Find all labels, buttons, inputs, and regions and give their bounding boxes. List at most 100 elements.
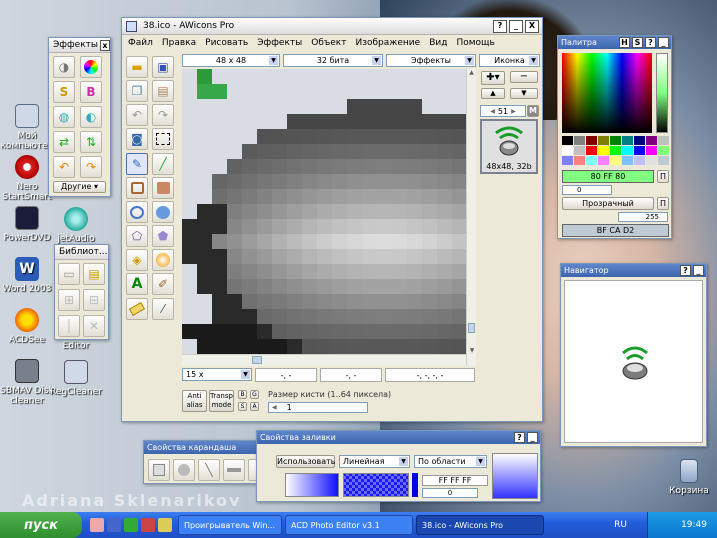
- pixel-cell[interactable]: [377, 339, 392, 354]
- pixel-cell[interactable]: [377, 294, 392, 309]
- pixel-cell[interactable]: [452, 84, 466, 99]
- pixel-cell[interactable]: [182, 294, 197, 309]
- pixel-cell[interactable]: [287, 294, 302, 309]
- quick-launch-icon[interactable]: [107, 518, 121, 532]
- color-swatch[interactable]: [658, 156, 669, 165]
- pixel-cell[interactable]: [437, 294, 452, 309]
- pixel-cell[interactable]: [272, 204, 287, 219]
- pixel-cell[interactable]: [242, 204, 257, 219]
- save-icon[interactable]: ▣: [152, 56, 174, 78]
- pixel-cell[interactable]: [347, 174, 362, 189]
- pixel-cell[interactable]: [197, 189, 212, 204]
- pixel-cell[interactable]: [377, 189, 392, 204]
- pixel-cell[interactable]: [422, 264, 437, 279]
- pixel-cell[interactable]: [257, 264, 272, 279]
- pixel-cell[interactable]: [422, 309, 437, 324]
- pixel-cell[interactable]: [362, 294, 377, 309]
- pixel-cell[interactable]: [452, 99, 466, 114]
- pixel-cell[interactable]: [437, 309, 452, 324]
- pixel-cell[interactable]: [182, 99, 197, 114]
- color-swatch[interactable]: [598, 156, 609, 165]
- pixel-cell[interactable]: [422, 204, 437, 219]
- pixel-cell[interactable]: [347, 324, 362, 339]
- pixel-cell[interactable]: [182, 339, 197, 354]
- horizontal-scrollbar[interactable]: [182, 354, 466, 366]
- pixel-cell[interactable]: [422, 279, 437, 294]
- frame-number-field[interactable]: ◀ 51 ▶: [480, 105, 526, 117]
- pixel-cell[interactable]: [182, 279, 197, 294]
- pixel-cell[interactable]: [437, 84, 452, 99]
- pixel-cell[interactable]: [392, 279, 407, 294]
- pixel-cell[interactable]: [182, 144, 197, 159]
- pixel-cell[interactable]: [407, 99, 422, 114]
- taskbar-task-awicons[interactable]: 38.ico - AWicons Pro: [416, 515, 544, 535]
- pixel-cell[interactable]: [257, 114, 272, 129]
- pixel-cell[interactable]: [407, 174, 422, 189]
- help-icon[interactable]: ?: [680, 265, 691, 276]
- help-icon[interactable]: ?: [645, 37, 656, 48]
- pixel-cell[interactable]: [362, 189, 377, 204]
- pixel-cell[interactable]: [332, 189, 347, 204]
- pixel-cell[interactable]: [182, 84, 197, 99]
- pixel-cell[interactable]: [302, 144, 317, 159]
- pixel-cell[interactable]: [302, 204, 317, 219]
- pixel-cell[interactable]: [227, 159, 242, 174]
- pixel-cell[interactable]: [227, 219, 242, 234]
- pixel-cell[interactable]: [242, 159, 257, 174]
- diagonal-brush-icon[interactable]: ╲: [198, 459, 220, 481]
- pixel-cell[interactable]: [302, 339, 317, 354]
- pixel-cell[interactable]: [227, 324, 242, 339]
- secondary-color-value[interactable]: BF CA D2: [562, 224, 669, 237]
- color-swatch[interactable]: [598, 146, 609, 155]
- effect-sphere-icon[interactable]: ◑: [53, 56, 75, 78]
- pixel-cell[interactable]: [347, 249, 362, 264]
- pixel-cell[interactable]: [227, 309, 242, 324]
- pixel-cell[interactable]: [452, 174, 466, 189]
- eraser-icon[interactable]: [126, 298, 148, 320]
- pixel-cell[interactable]: [197, 144, 212, 159]
- color-swatch[interactable]: [586, 146, 597, 155]
- color-swatch[interactable]: [610, 146, 621, 155]
- pixel-cell[interactable]: [422, 234, 437, 249]
- pixel-cell[interactable]: [212, 114, 227, 129]
- pixel-cell[interactable]: [437, 279, 452, 294]
- pixel-cell[interactable]: [182, 174, 197, 189]
- pixel-cell[interactable]: [212, 204, 227, 219]
- pixel-cell[interactable]: [287, 264, 302, 279]
- pixel-cell[interactable]: [347, 294, 362, 309]
- caret-left-icon[interactable]: ◀: [490, 108, 495, 115]
- pixel-cell[interactable]: [407, 69, 422, 84]
- vertical-scroll-thumb[interactable]: [468, 323, 475, 333]
- pixel-cell[interactable]: [422, 114, 437, 129]
- pixel-cell[interactable]: [257, 159, 272, 174]
- gradient-icon[interactable]: [152, 249, 174, 271]
- text-icon[interactable]: A: [126, 273, 148, 295]
- pixel-cell[interactable]: [317, 219, 332, 234]
- pixel-cell[interactable]: [257, 234, 272, 249]
- effect-globe-icon[interactable]: ◍: [53, 106, 75, 128]
- color-swatch[interactable]: [610, 156, 621, 165]
- brightness-slider[interactable]: [656, 53, 668, 133]
- pixel-cell[interactable]: [302, 114, 317, 129]
- pixel-cell[interactable]: [407, 264, 422, 279]
- pixel-cell[interactable]: [197, 339, 212, 354]
- h-button[interactable]: H: [619, 37, 630, 48]
- pixel-cell[interactable]: [317, 264, 332, 279]
- polygon-outline-icon[interactable]: ⬠: [126, 225, 148, 247]
- ellipse-filled-icon[interactable]: [152, 201, 174, 223]
- pixel-cell[interactable]: [362, 339, 377, 354]
- pixel-cell[interactable]: [377, 204, 392, 219]
- pixel-cell[interactable]: [332, 249, 347, 264]
- pixel-cell[interactable]: [452, 144, 466, 159]
- pixel-cell[interactable]: [347, 69, 362, 84]
- add-frame-button[interactable]: ✚▾: [481, 71, 505, 85]
- pixel-cell[interactable]: [452, 129, 466, 144]
- pixel-cell[interactable]: [212, 309, 227, 324]
- effect-s-icon[interactable]: S: [53, 81, 75, 103]
- pixel-cell[interactable]: [347, 99, 362, 114]
- pixel-cell[interactable]: [317, 129, 332, 144]
- pixel-cell[interactable]: [227, 144, 242, 159]
- effect-color-wheel-icon[interactable]: [80, 56, 102, 78]
- alpha-min-field[interactable]: 0: [562, 185, 612, 195]
- library-import-icon[interactable]: ⊞: [58, 289, 80, 311]
